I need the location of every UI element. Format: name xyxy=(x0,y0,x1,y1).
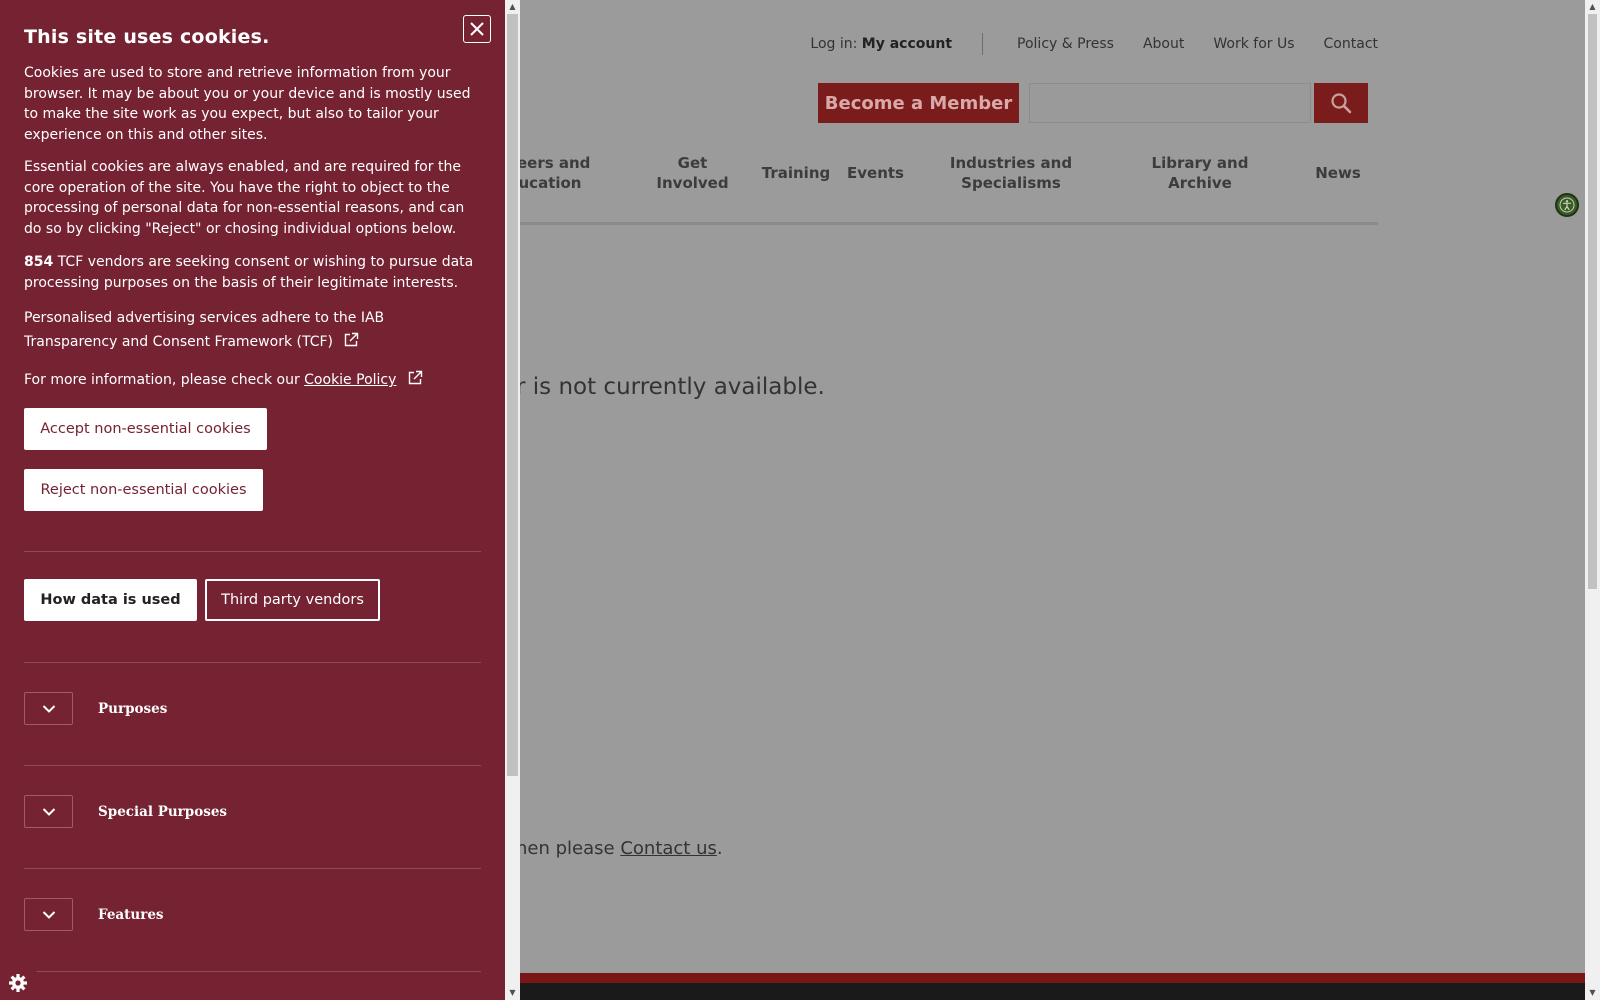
nav-get-involved[interactable]: Get Involved xyxy=(650,152,735,194)
cookie-consent-panel: This site uses cookies. Cookies are used… xyxy=(0,0,505,1000)
cookie-policy-link[interactable]: Cookie Policy xyxy=(304,372,396,388)
chevron-down-icon xyxy=(42,807,55,816)
accessibility-icon xyxy=(1559,197,1575,213)
page-scrollbar[interactable]: ▲ ▼ xyxy=(1585,0,1600,1000)
section-features: Features xyxy=(24,898,481,948)
become-member-button[interactable]: Become a Member xyxy=(818,83,1019,123)
section-label: Special Purposes xyxy=(98,804,228,820)
section-purposes: Purposes xyxy=(24,692,481,742)
scroll-up-arrow[interactable]: ▲ xyxy=(505,0,520,14)
expand-purposes-button[interactable] xyxy=(24,692,73,725)
cookie-panel-scrollbar[interactable]: ▲ ▼ xyxy=(505,0,520,1000)
chevron-down-icon xyxy=(42,704,55,713)
divider xyxy=(24,765,481,766)
tab-how-data-is-used[interactable]: How data is used xyxy=(24,579,197,621)
topnav-policy-press[interactable]: Policy & Press xyxy=(1017,36,1114,52)
tcf-vendors-text: 854 TCF vendors are seeking consent or w… xyxy=(24,254,474,291)
accept-cookies-button[interactable]: Accept non-essential cookies xyxy=(24,408,267,450)
gear-icon[interactable] xyxy=(8,973,28,993)
section-special-purposes: Special Purposes xyxy=(24,795,481,845)
page-scrollbar-thumb[interactable] xyxy=(1588,14,1597,589)
tab-third-party-vendors[interactable]: Third party vendors xyxy=(205,579,380,621)
external-link-icon xyxy=(345,332,359,347)
expand-special-purposes-button[interactable] xyxy=(24,795,73,828)
contact-message: hen please Contact us. xyxy=(516,838,723,859)
login-link[interactable]: Log in: My account xyxy=(810,36,952,52)
close-icon xyxy=(470,22,484,36)
nav-news[interactable]: News xyxy=(1308,152,1368,194)
topnav-work-for-us[interactable]: Work for Us xyxy=(1213,36,1294,52)
footer-accent-bar xyxy=(500,973,1585,983)
cookie-panel-scrollbar-thumb[interactable] xyxy=(507,14,518,776)
cookie-intro-text: Cookies are used to store and retrieve i… xyxy=(24,65,471,143)
scroll-up-arrow[interactable]: ▲ xyxy=(1585,0,1600,14)
cookie-policy-text: For more information, please check our C… xyxy=(24,370,481,391)
search-button[interactable] xyxy=(1314,83,1368,123)
topnav-about[interactable]: About xyxy=(1143,36,1184,52)
section-label: Purposes xyxy=(98,701,168,717)
vendor-count: 854 xyxy=(24,254,54,270)
iab-tcf-text: Personalised advertising services adhere… xyxy=(24,306,481,354)
reject-cookies-button[interactable]: Reject non-essential cookies xyxy=(24,469,263,511)
main-navigation: reers and ucation Get Involved Training … xyxy=(500,152,1378,225)
unavailable-message: r is not currently available. xyxy=(516,374,825,400)
divider xyxy=(24,971,481,972)
accessibility-button[interactable] xyxy=(1555,193,1579,217)
scroll-down-arrow[interactable]: ▼ xyxy=(505,986,520,1000)
nav-industries-specialisms[interactable]: Industries and Specialisms xyxy=(940,152,1082,194)
section-label: Features xyxy=(98,907,164,923)
topnav-contact[interactable]: Contact xyxy=(1324,36,1378,52)
my-account-link[interactable]: My account xyxy=(862,36,952,52)
external-link-icon xyxy=(408,370,423,385)
contact-us-link[interactable]: Contact us xyxy=(620,838,717,859)
scroll-down-arrow[interactable]: ▼ xyxy=(1585,986,1600,1000)
divider xyxy=(24,662,481,663)
close-cookie-panel-button[interactable] xyxy=(463,15,491,43)
cookie-panel-title: This site uses cookies. xyxy=(24,26,270,48)
divider xyxy=(24,551,481,552)
chevron-down-icon xyxy=(42,910,55,919)
nav-training[interactable]: Training xyxy=(752,152,840,194)
search-input[interactable] xyxy=(1029,83,1311,123)
divider xyxy=(24,868,481,869)
expand-features-button[interactable] xyxy=(24,898,73,931)
search-icon xyxy=(1331,93,1352,114)
nav-library-archive[interactable]: Library and Archive xyxy=(1140,152,1260,194)
iab-tcf-link[interactable]: Personalised advertising services adhere… xyxy=(24,310,384,350)
nav-events[interactable]: Events xyxy=(838,152,913,194)
topnav-divider xyxy=(982,33,984,55)
essential-cookies-text: Essential cookies are always enabled, an… xyxy=(24,159,465,237)
footer xyxy=(500,983,1585,1000)
top-navigation: Log in: My account Policy & Press About … xyxy=(810,33,1378,55)
